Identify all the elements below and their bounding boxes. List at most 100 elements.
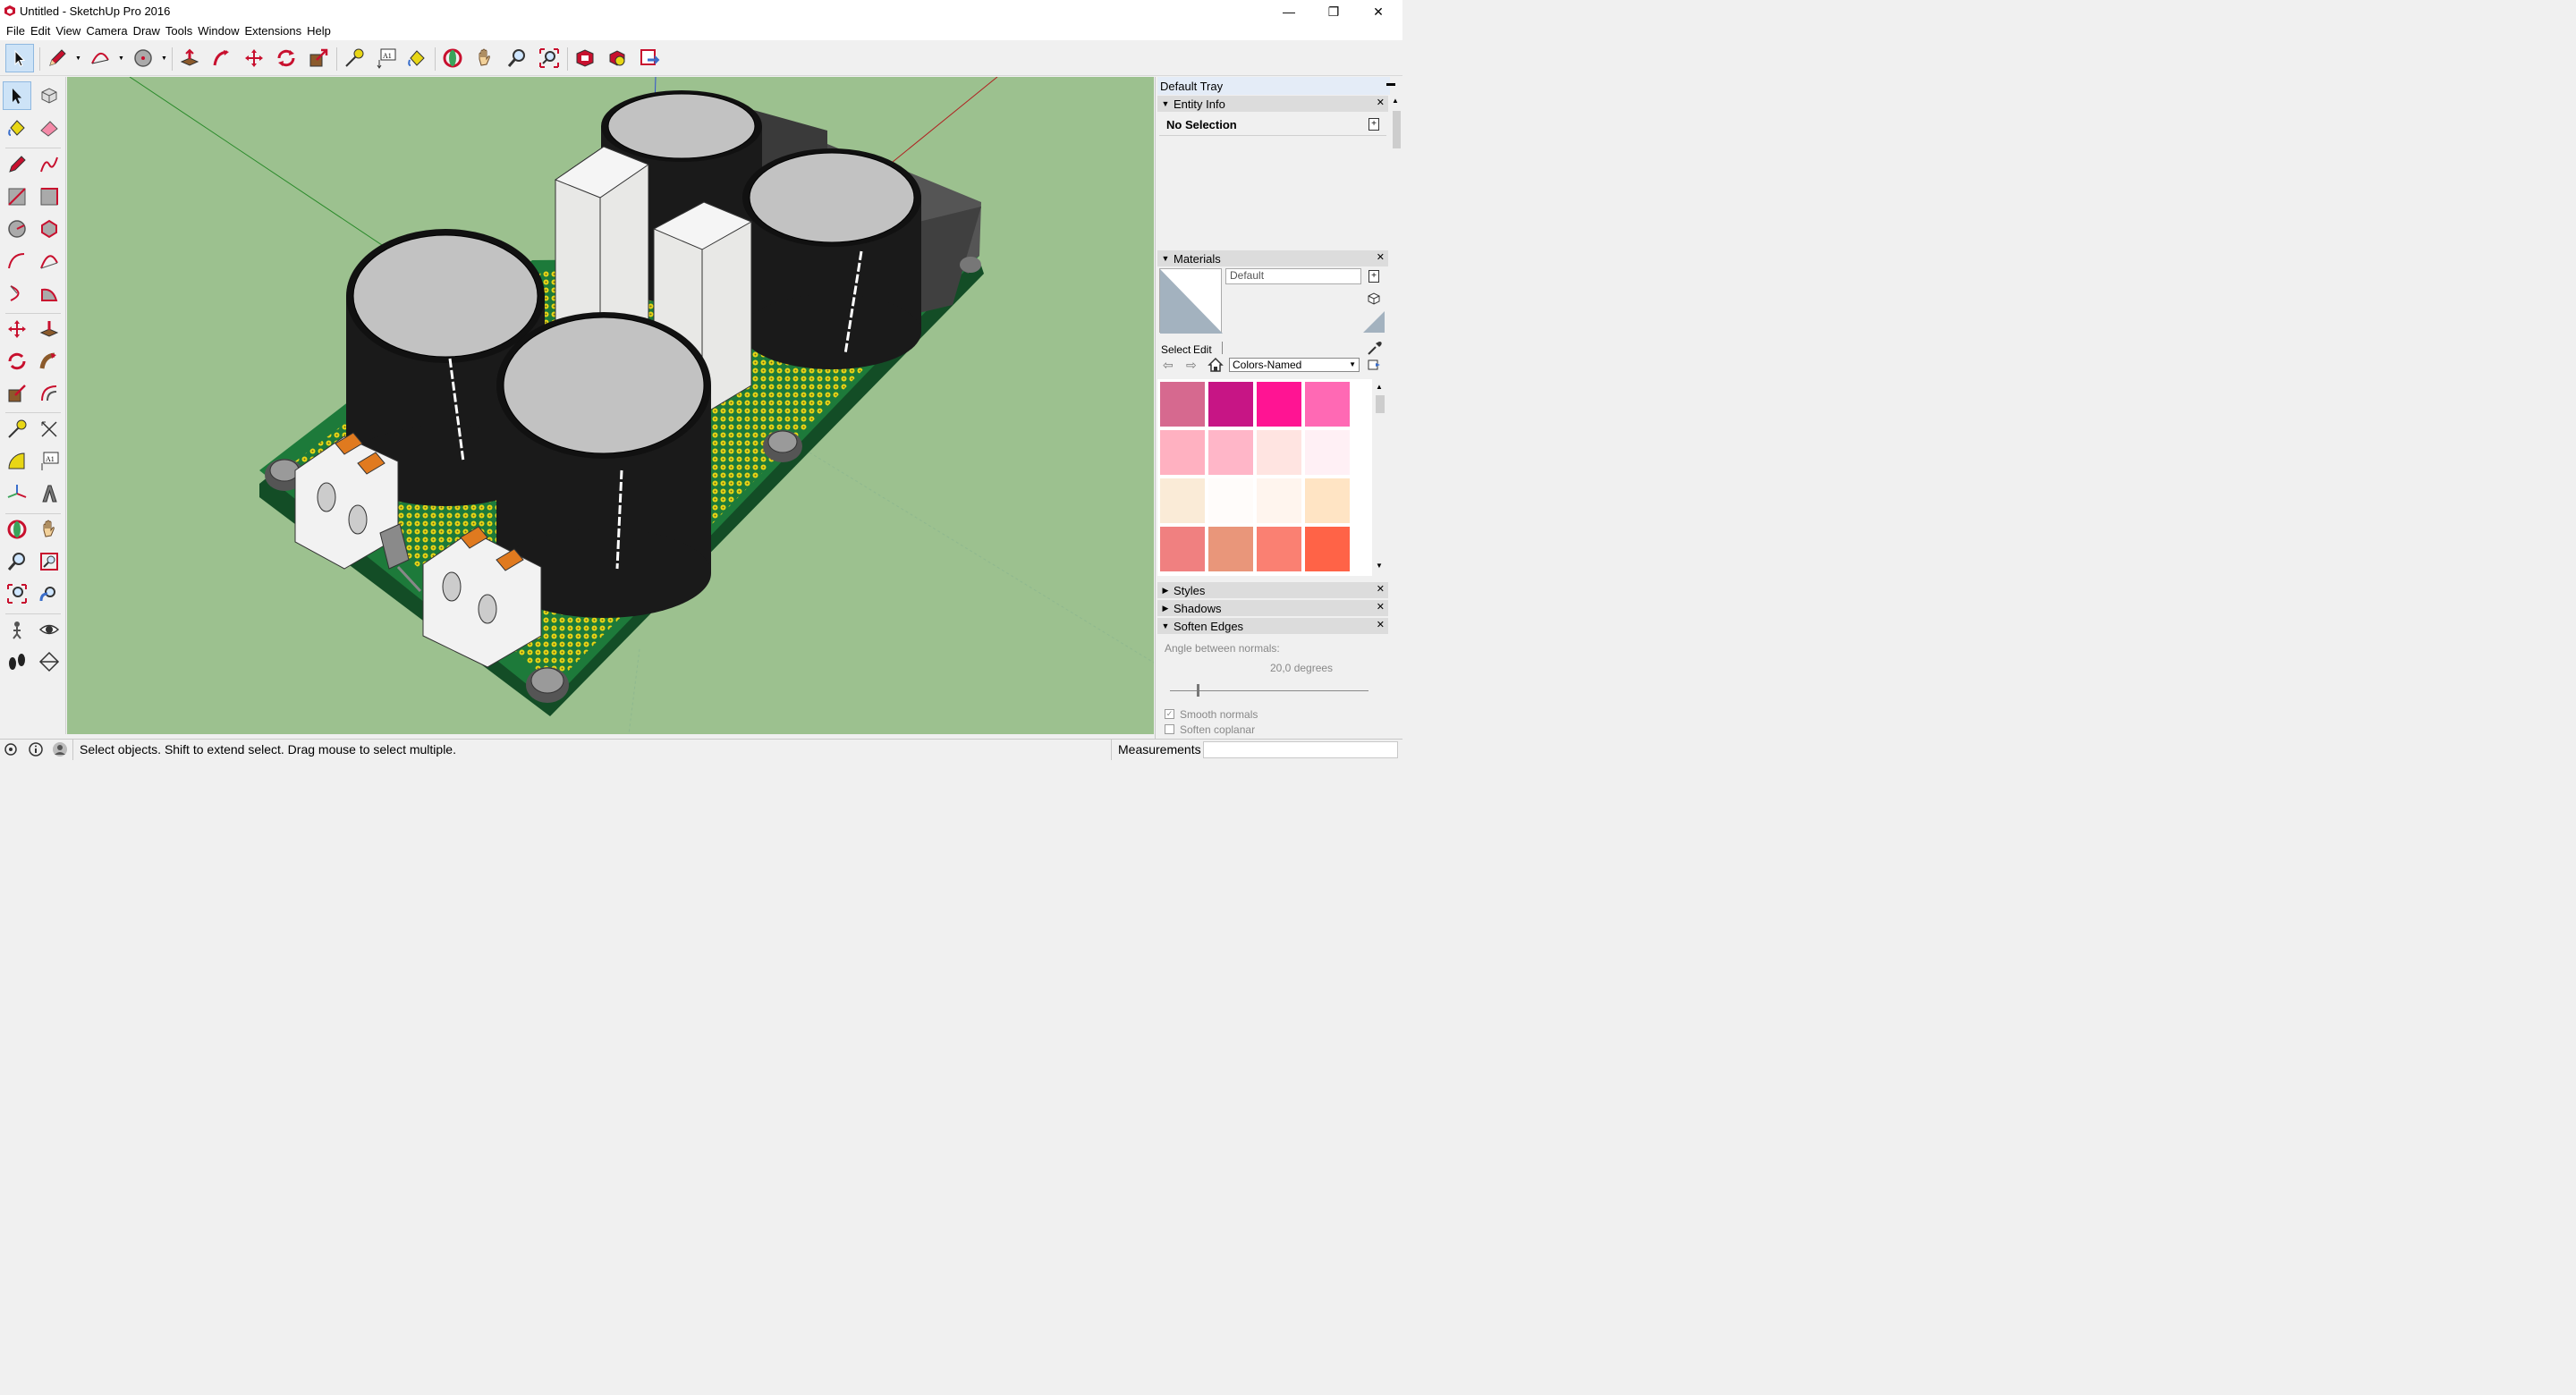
close-icon[interactable]: ✕	[1377, 251, 1385, 263]
look-around-button[interactable]	[35, 615, 64, 644]
color-swatch[interactable]	[1159, 526, 1206, 572]
pan-button[interactable]	[470, 44, 499, 72]
menu-tools[interactable]: Tools	[163, 23, 195, 40]
display-secondary-icon[interactable]	[1367, 292, 1381, 306]
move-button[interactable]	[3, 315, 31, 343]
scroll-down-icon[interactable]: ▼	[1376, 562, 1383, 570]
eraser-button[interactable]	[35, 114, 64, 142]
move-tool-button[interactable]	[240, 44, 268, 72]
rotate-button[interactable]	[3, 347, 31, 376]
color-swatch[interactable]	[1256, 526, 1302, 572]
modeling-viewport[interactable]	[67, 77, 1154, 734]
color-swatch[interactable]	[1208, 526, 1254, 572]
close-icon[interactable]: ✕	[1377, 583, 1385, 595]
color-swatch[interactable]	[1208, 381, 1254, 427]
scale-tool-button[interactable]	[304, 44, 333, 72]
send-to-layout-button[interactable]	[635, 44, 664, 72]
scroll-thumb[interactable]	[1376, 395, 1385, 413]
menu-view[interactable]: View	[53, 23, 83, 40]
scroll-thumb[interactable]	[1393, 111, 1401, 148]
push-pull-button[interactable]	[35, 315, 64, 343]
3d-text-button[interactable]	[35, 479, 64, 508]
offset-button[interactable]	[35, 379, 64, 408]
capacitor-right[interactable]	[742, 148, 921, 369]
tab-edit[interactable]: Edit	[1193, 343, 1212, 356]
menu-file[interactable]: File	[4, 23, 28, 40]
menu-help[interactable]: Help	[304, 23, 334, 40]
chevron-down-icon[interactable]: ▼	[118, 55, 124, 62]
tape-measure-button[interactable]	[3, 415, 31, 444]
scale-button[interactable]	[3, 379, 31, 408]
restore-button[interactable]: ❐	[1311, 0, 1356, 23]
details-icon[interactable]	[1367, 358, 1381, 372]
menu-extensions[interactable]: Extensions	[242, 23, 305, 40]
paint-bucket-button[interactable]	[3, 114, 31, 142]
three-point-arc-button[interactable]	[3, 279, 31, 308]
materials-header[interactable]: ▼ Materials ✕	[1157, 250, 1388, 266]
line-tool-button[interactable]	[3, 150, 31, 179]
shadows-header[interactable]: ▶ Shadows ✕	[1157, 600, 1388, 616]
pan-button[interactable]	[35, 515, 64, 544]
color-swatch[interactable]	[1304, 478, 1351, 524]
color-swatch[interactable]	[1256, 478, 1302, 524]
back-arrow-icon[interactable]: ⇦	[1163, 358, 1174, 373]
circle-button[interactable]	[3, 215, 31, 243]
paint-bucket-button[interactable]	[402, 44, 431, 72]
freehand-button[interactable]	[35, 150, 64, 179]
shapes-tool-button[interactable]	[129, 44, 157, 72]
two-point-arc-button[interactable]	[35, 247, 64, 275]
chevron-down-icon[interactable]: ▼	[75, 55, 81, 62]
zoom-extents-button[interactable]	[3, 579, 31, 608]
slider-thumb[interactable]	[1197, 684, 1199, 697]
menu-draw[interactable]: Draw	[131, 23, 163, 40]
follow-me-button[interactable]	[35, 347, 64, 376]
follow-me-button[interactable]	[208, 44, 236, 72]
pin-icon[interactable]: ▬	[1386, 79, 1395, 89]
tray-scrollbar[interactable]: ▲	[1390, 97, 1402, 733]
text-button[interactable]: A1	[35, 447, 64, 476]
color-swatch[interactable]	[1159, 381, 1206, 427]
mounting-screw[interactable]	[526, 667, 569, 703]
color-swatch[interactable]	[1256, 381, 1302, 427]
close-icon[interactable]: ✕	[1377, 601, 1385, 613]
polygon-button[interactable]	[35, 215, 64, 243]
color-swatch[interactable]	[1304, 381, 1351, 427]
menu-camera[interactable]: Camera	[83, 23, 130, 40]
3d-warehouse-button[interactable]	[571, 44, 599, 72]
user-account-icon[interactable]	[52, 741, 68, 757]
close-icon[interactable]: ✕	[1377, 619, 1385, 630]
soften-coplanar-checkbox[interactable]	[1165, 724, 1174, 734]
select-tool-button[interactable]	[5, 44, 34, 72]
minimize-button[interactable]: —	[1267, 0, 1311, 23]
mounting-screw[interactable]	[960, 257, 981, 273]
zoom-button[interactable]	[3, 547, 31, 576]
text-tool-button[interactable]: A1	[372, 44, 401, 72]
color-swatch[interactable]	[1159, 478, 1206, 524]
entity-info-header[interactable]: ▼ Entity Info ✕	[1157, 96, 1388, 112]
walk-button[interactable]	[3, 647, 31, 676]
expand-icon[interactable]: +	[1368, 118, 1379, 131]
angle-slider[interactable]	[1170, 690, 1368, 691]
color-swatch[interactable]	[1208, 429, 1254, 476]
color-swatch[interactable]	[1304, 429, 1351, 476]
smooth-normals-checkbox[interactable]: ✓	[1165, 709, 1174, 719]
previous-view-button[interactable]	[35, 579, 64, 608]
mounting-screw[interactable]	[763, 430, 802, 462]
color-swatch[interactable]	[1208, 478, 1254, 524]
eyedropper-icon[interactable]	[1367, 340, 1383, 356]
arc-button[interactable]	[3, 247, 31, 275]
close-button[interactable]: ✕	[1356, 0, 1401, 23]
pie-button[interactable]	[35, 279, 64, 308]
rotate-tool-button[interactable]	[272, 44, 301, 72]
orbit-button[interactable]	[438, 44, 467, 72]
color-swatch[interactable]	[1304, 526, 1351, 572]
chevron-down-icon[interactable]: ▼	[161, 55, 167, 62]
menu-edit[interactable]: Edit	[28, 23, 53, 40]
rectangle-button[interactable]	[3, 182, 31, 211]
scroll-up-icon[interactable]: ▲	[1376, 383, 1383, 391]
orbit-button[interactable]	[3, 515, 31, 544]
swatch-scrollbar[interactable]: ▲ ▼	[1372, 379, 1388, 576]
push-pull-button[interactable]	[175, 44, 204, 72]
zoom-extents-button[interactable]	[535, 44, 564, 72]
menu-window[interactable]: Window	[195, 23, 242, 40]
